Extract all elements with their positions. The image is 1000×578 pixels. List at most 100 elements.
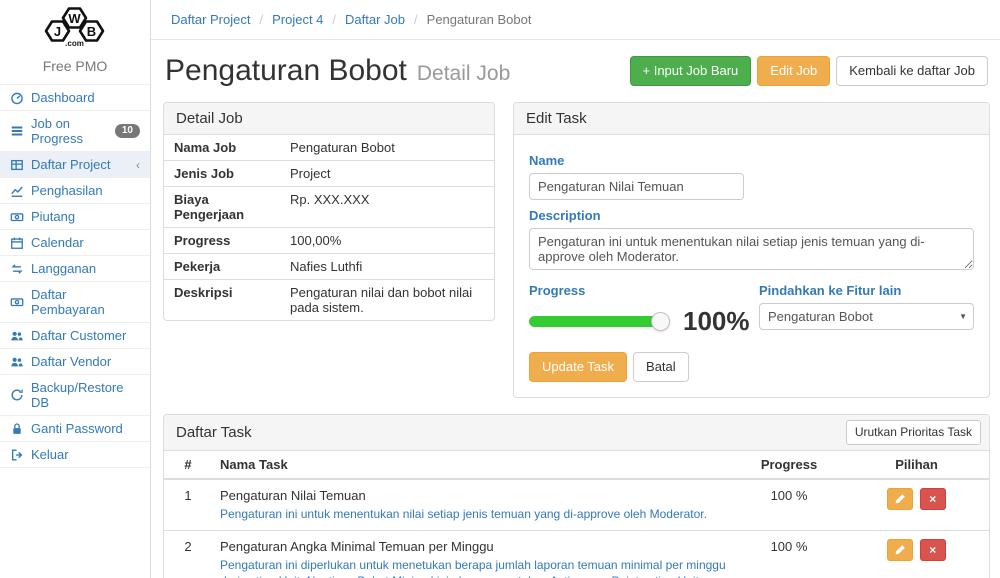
daftar-task-panel: Daftar Task Urutkan Prioritas Task # Nam… — [163, 414, 990, 578]
urutkan-prioritas-task-button-top[interactable]: Urutkan Prioritas Task — [846, 420, 981, 445]
update-task-button[interactable]: Update Task — [529, 352, 627, 382]
detail-label: Progress — [164, 228, 282, 253]
sidebar-item-piutang[interactable]: Piutang — [0, 204, 150, 230]
breadcrumb-separator: / — [414, 12, 418, 27]
sign-out-icon — [10, 448, 24, 462]
pencil-icon — [894, 493, 906, 505]
progress-label: Progress — [529, 283, 750, 298]
sidebar-item-label: Daftar Pembayaran — [31, 287, 140, 317]
breadcrumb: Daftar Project / Project 4 / Daftar Job … — [151, 0, 1000, 40]
edit-job-button[interactable]: Edit Job — [757, 56, 830, 86]
sidebar-item-backup-restore[interactable]: Backup/Restore DB — [0, 375, 150, 416]
sidebar-item-label: Daftar Customer — [31, 328, 126, 343]
delete-task-button[interactable]: × — [920, 539, 946, 561]
table-icon — [10, 158, 24, 172]
progress-slider[interactable] — [529, 316, 661, 327]
banknote-icon — [10, 210, 24, 224]
detail-job-panel-title: Detail Job — [164, 103, 494, 135]
detail-row-biaya: Biaya Pengerjaan Rp. XXX.XXX — [164, 187, 494, 228]
input-job-baru-button[interactable]: + Input Job Baru — [630, 56, 752, 86]
page-content: Pengaturan Bobot Detail Job + Input Job … — [151, 40, 1000, 578]
sidebar-item-daftar-vendor[interactable]: Daftar Vendor — [0, 349, 150, 375]
task-description: Pengaturan ini diperlukan untuk menetuka… — [220, 557, 726, 578]
sidebar-item-job-on-progress[interactable]: Job on Progress 10 — [0, 111, 150, 152]
line-chart-icon — [10, 184, 24, 198]
page-subtitle: Detail Job — [417, 62, 510, 86]
detail-value: Pengaturan nilai dan bobot nilai pada si… — [282, 280, 494, 320]
move-feature-selected-value: Pengaturan Bobot — [768, 309, 873, 324]
task-num: 2 — [164, 531, 212, 578]
task-num: 1 — [164, 479, 212, 531]
svg-text:W: W — [68, 11, 81, 26]
detail-value: 100,00% — [282, 228, 494, 253]
detail-value: Pengaturan Bobot — [282, 135, 494, 160]
sidebar-item-daftar-pembayaran[interactable]: Daftar Pembayaran — [0, 282, 150, 323]
detail-label: Pekerja — [164, 254, 282, 279]
task-table: # Nama Task Progress Pilihan 1 Pengatura… — [164, 451, 989, 578]
batal-button[interactable]: Batal — [633, 352, 689, 382]
detail-value: Nafies Luthfi — [282, 254, 494, 279]
task-name-input[interactable] — [529, 173, 744, 200]
detail-row-deskripsi: Deskripsi Pengaturan nilai dan bobot nil… — [164, 280, 494, 320]
description-label: Description — [529, 208, 974, 223]
edit-task-button[interactable] — [887, 539, 913, 561]
breadcrumb-daftar-project[interactable]: Daftar Project — [171, 12, 250, 27]
sidebar-item-penghasilan[interactable]: Penghasilan — [0, 178, 150, 204]
column-header-nama-task: Nama Task — [212, 451, 734, 479]
banknote-icon — [10, 295, 24, 309]
column-header-num: # — [164, 451, 212, 479]
task-progress: 100 % — [734, 531, 844, 578]
breadcrumb-separator: / — [259, 12, 263, 27]
sidebar-item-daftar-project[interactable]: Daftar Project ‹ — [0, 152, 150, 178]
sidebar-item-label: Calendar — [31, 235, 84, 250]
gauge-icon — [10, 91, 24, 105]
progress-slider-handle[interactable] — [651, 312, 670, 331]
task-table-header-row: # Nama Task Progress Pilihan — [164, 451, 989, 479]
job-count-badge: 10 — [115, 124, 140, 138]
pencil-icon — [894, 544, 906, 556]
x-icon: × — [929, 492, 936, 506]
breadcrumb-daftar-job[interactable]: Daftar Job — [345, 12, 405, 27]
svg-text:B: B — [87, 24, 96, 39]
breadcrumb-project-4[interactable]: Project 4 — [272, 12, 323, 27]
sidebar-item-keluar[interactable]: Keluar — [0, 442, 150, 468]
exchange-icon — [10, 262, 24, 276]
sidebar-item-dashboard[interactable]: Dashboard — [0, 85, 150, 111]
delete-task-button[interactable]: × — [920, 488, 946, 510]
task-row: 2 Pengaturan Angka Minimal Temuan per Mi… — [164, 531, 989, 578]
daftar-task-panel-title: Daftar Task — [176, 424, 252, 441]
detail-row-pekerja: Pekerja Nafies Luthfi — [164, 254, 494, 280]
sidebar-item-langganan[interactable]: Langganan — [0, 256, 150, 282]
refresh-icon — [10, 388, 24, 402]
sidebar-menu: Dashboard Job on Progress 10 Daftar Proj… — [0, 84, 150, 468]
sidebar-item-ganti-password[interactable]: Ganti Password — [0, 416, 150, 442]
sidebar-item-calendar[interactable]: Calendar — [0, 230, 150, 256]
progress-percent-value: 100% — [683, 308, 750, 334]
detail-job-panel: Detail Job Nama Job Pengaturan Bobot Jen… — [163, 102, 495, 321]
svg-text:.com: .com — [65, 39, 84, 48]
task-name: Pengaturan Angka Minimal Temuan per Ming… — [220, 539, 726, 554]
detail-job-table: Nama Job Pengaturan Bobot Jenis Job Proj… — [164, 135, 494, 320]
move-feature-select[interactable]: Pengaturan Bobot ▼ — [759, 303, 974, 330]
detail-label: Biaya Pengerjaan — [164, 187, 282, 227]
sidebar-item-daftar-customer[interactable]: Daftar Customer — [0, 323, 150, 349]
sidebar-item-label: Keluar — [31, 447, 69, 462]
kembali-ke-daftar-job-button[interactable]: Kembali ke daftar Job — [836, 56, 988, 86]
jwb-logo: W J B .com — [0, 0, 150, 53]
x-icon: × — [929, 543, 936, 557]
chevron-left-icon: ‹ — [136, 159, 140, 171]
detail-row-nama-job: Nama Job Pengaturan Bobot — [164, 135, 494, 161]
detail-label: Nama Job — [164, 135, 282, 160]
edit-task-panel: Edit Task Name Description Pengaturan in… — [513, 102, 990, 398]
task-description-textarea[interactable]: Pengaturan ini untuk menentukan nilai se… — [529, 228, 974, 270]
users-icon — [10, 329, 24, 343]
detail-value: Project — [282, 161, 494, 186]
page-header: Pengaturan Bobot Detail Job + Input Job … — [163, 54, 990, 88]
task-name: Pengaturan Nilai Temuan — [220, 488, 726, 503]
main-area: Daftar Project / Project 4 / Daftar Job … — [151, 0, 1000, 578]
column-header-pilihan: Pilihan — [844, 451, 989, 479]
breadcrumb-separator: / — [332, 12, 336, 27]
detail-value: Rp. XXX.XXX — [282, 187, 494, 227]
app-window: W J B .com Free PMO Dashboard Job on Pro… — [0, 0, 1000, 578]
edit-task-button[interactable] — [887, 488, 913, 510]
